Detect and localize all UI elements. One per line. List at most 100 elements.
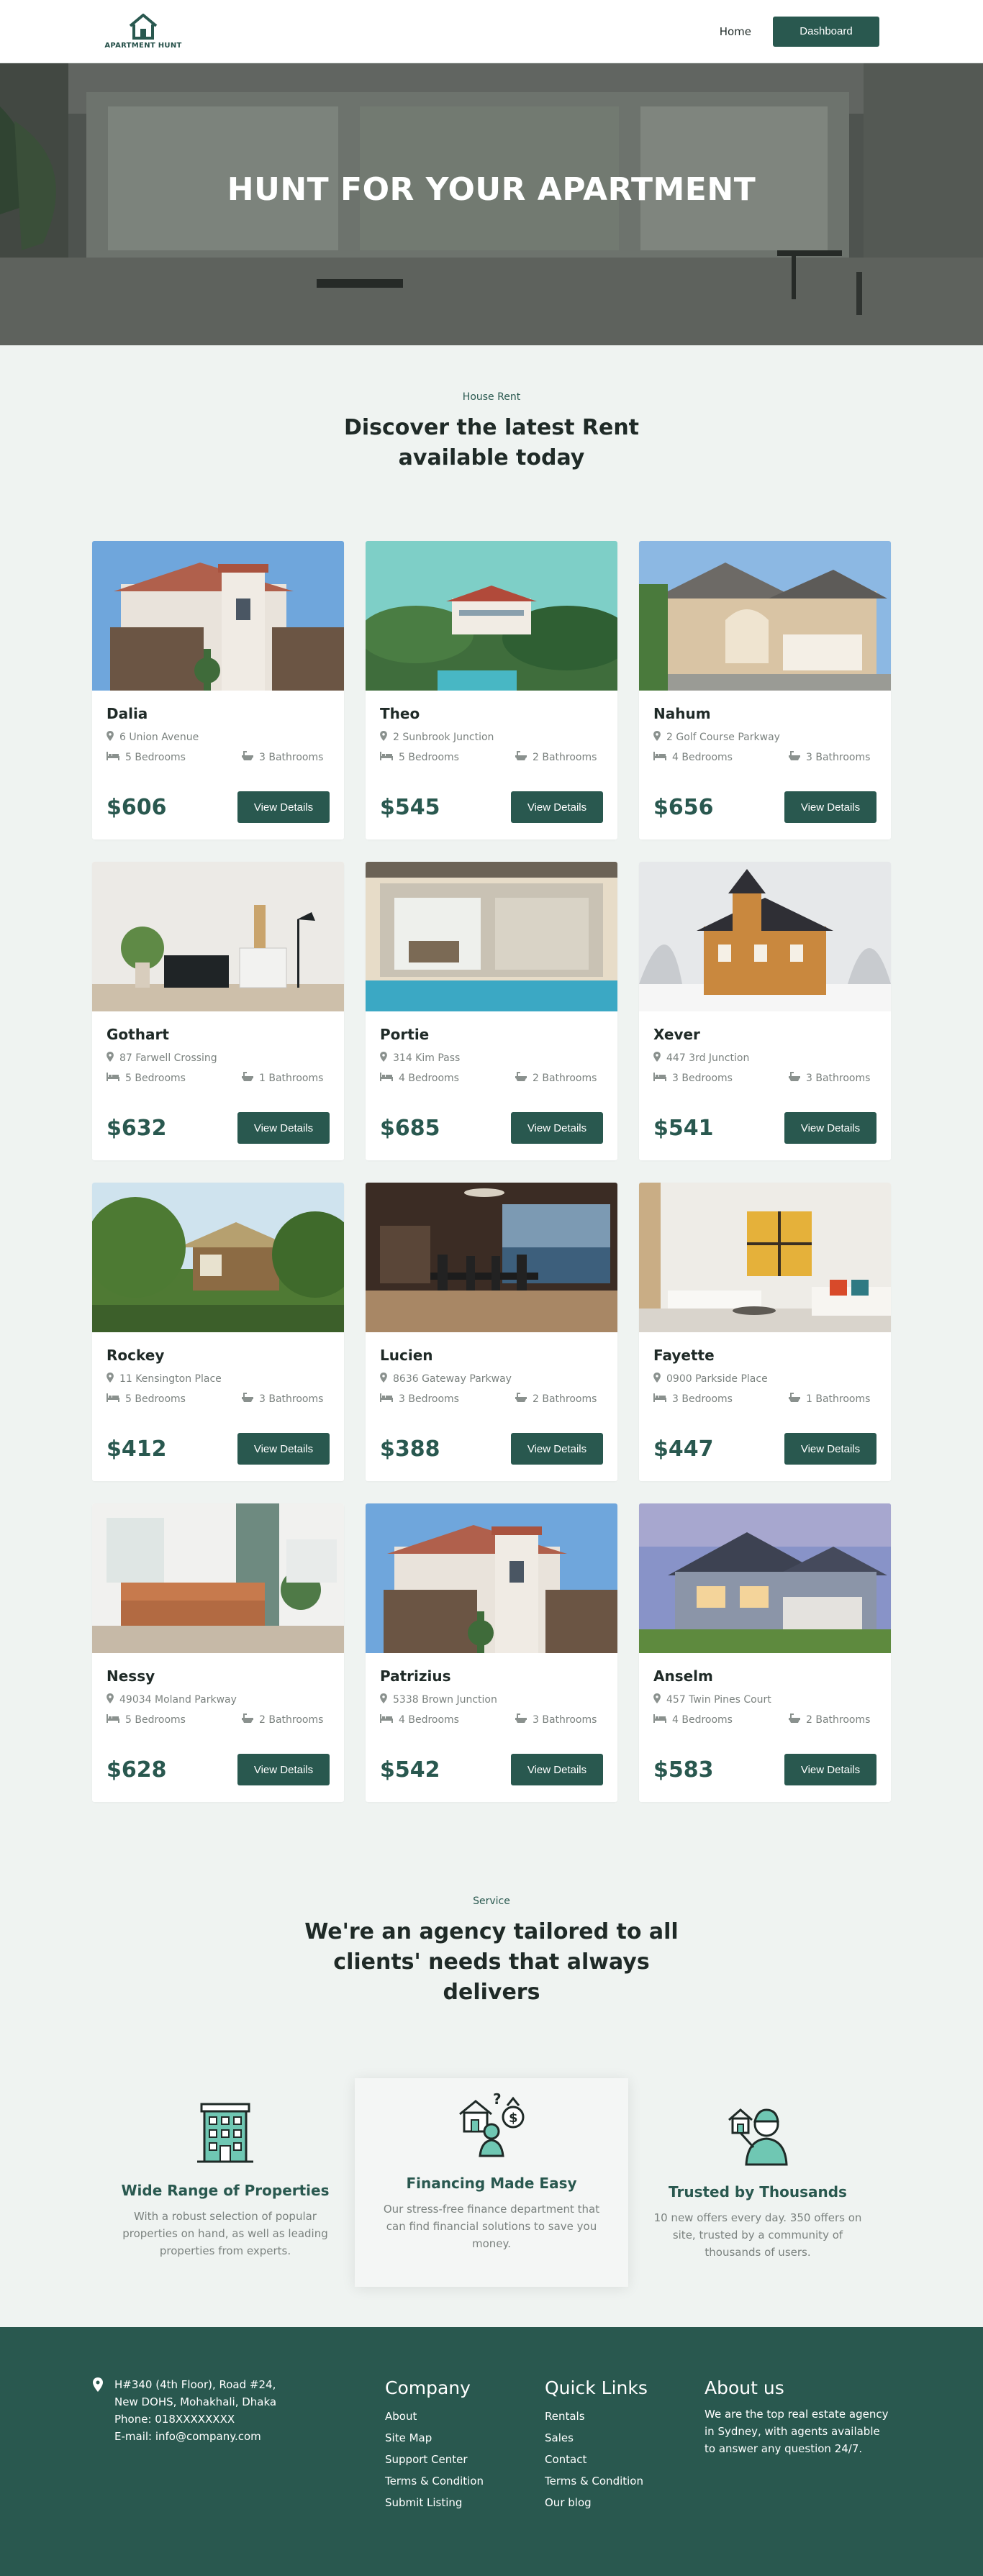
bed-icon bbox=[380, 1393, 393, 1405]
view-details-button[interactable]: View Details bbox=[237, 791, 330, 823]
footer-link-blog[interactable]: Our blog bbox=[545, 2492, 705, 2513]
view-details-button[interactable]: View Details bbox=[784, 1754, 876, 1785]
footer-link-about[interactable]: About bbox=[385, 2406, 545, 2427]
listing-address: 11 Kensington Place bbox=[107, 1373, 330, 1385]
footer-link-sales[interactable]: Sales bbox=[545, 2427, 705, 2449]
listing-bedrooms-text: 4 Bedrooms bbox=[672, 1714, 733, 1726]
bed-icon bbox=[380, 752, 393, 763]
service-heading: We're an agency tailored to all clients'… bbox=[304, 1919, 679, 2005]
house-logo-icon bbox=[129, 14, 158, 40]
footer-link-terms[interactable]: Terms & Condition bbox=[385, 2470, 545, 2492]
listing-address-text: 447 3rd Junction bbox=[666, 1052, 750, 1064]
listing-meta: 5 Bedrooms 1 Bathrooms bbox=[107, 1072, 330, 1085]
bathtub-icon bbox=[789, 1393, 800, 1406]
location-pin-icon bbox=[93, 2377, 103, 2392]
listing-address-text: 457 Twin Pines Court bbox=[666, 1694, 771, 1706]
footer-link-support-center[interactable]: Support Center bbox=[385, 2449, 545, 2470]
listing-photo bbox=[92, 1503, 344, 1653]
feature-title: Financing Made Easy bbox=[406, 2175, 577, 2192]
footer-link-submit-listing[interactable]: Submit Listing bbox=[385, 2492, 545, 2513]
listing-name: Gothart bbox=[107, 1026, 169, 1043]
bathtub-icon bbox=[515, 1713, 527, 1726]
bed-icon bbox=[653, 1393, 666, 1405]
bathtub-icon bbox=[789, 1713, 800, 1726]
bathtub-icon bbox=[242, 1393, 253, 1406]
listing-bathrooms: 3 Bathrooms bbox=[242, 751, 323, 764]
view-details-button[interactable]: View Details bbox=[511, 1754, 603, 1785]
dashboard-button[interactable]: Dashboard bbox=[773, 16, 879, 47]
listing-bedrooms: 4 Bedrooms bbox=[653, 751, 789, 764]
view-details-button[interactable]: View Details bbox=[784, 1112, 876, 1144]
listing-price: $542 bbox=[380, 1757, 440, 1783]
listing-address-text: 8636 Gateway Parkway bbox=[393, 1373, 512, 1385]
footer-link-contact[interactable]: Contact bbox=[545, 2449, 705, 2470]
feature-title: Wide Range of Properties bbox=[121, 2182, 330, 2199]
listing-meta: 5 Bedrooms 2 Bathrooms bbox=[380, 751, 603, 764]
location-pin-icon bbox=[107, 1052, 114, 1065]
listing-bedrooms-text: 3 Bedrooms bbox=[672, 1073, 733, 1084]
footer-link-site-map[interactable]: Site Map bbox=[385, 2427, 545, 2449]
listing-bedrooms-text: 5 Bedrooms bbox=[125, 1714, 186, 1726]
listing-address: 2 Golf Course Parkway bbox=[653, 731, 876, 744]
agent-house-icon bbox=[728, 2108, 788, 2166]
listing-name: Theo bbox=[380, 705, 420, 722]
location-pin-icon bbox=[107, 1373, 114, 1385]
footer-link-rentals[interactable]: Rentals bbox=[545, 2406, 705, 2427]
nav-menu: Home Dashboard bbox=[720, 16, 879, 47]
listing-bathrooms: 2 Bathrooms bbox=[515, 1072, 597, 1085]
logo[interactable]: APARTMENT HUNT bbox=[104, 13, 183, 50]
listing-name: Rockey bbox=[107, 1347, 165, 1364]
feature-card-highlighted: ? $ Financing Made Easy Our stress-free … bbox=[355, 2078, 628, 2287]
logo-text: APARTMENT HUNT bbox=[104, 42, 182, 50]
listing-address: 0900 Parkside Place bbox=[653, 1373, 876, 1385]
location-pin-icon bbox=[380, 1693, 387, 1706]
listing-address-text: 314 Kim Pass bbox=[393, 1052, 461, 1064]
footer: H#340 (4th Floor), Road #24, New DOHS, M… bbox=[0, 2327, 983, 2576]
view-details-button[interactable]: View Details bbox=[784, 791, 876, 823]
listing-bedrooms: 5 Bedrooms bbox=[380, 751, 515, 764]
listing-grid: Dalia 6 Union Avenue 5 Bedrooms 3 Bathrooms… bbox=[92, 541, 891, 1802]
view-details-button[interactable]: View Details bbox=[511, 1433, 603, 1465]
listing-photo bbox=[92, 1183, 344, 1332]
listing-price: $447 bbox=[653, 1436, 714, 1462]
listing-price: $388 bbox=[380, 1436, 440, 1462]
feature-card: Trusted by Thousands 10 new offers every… bbox=[635, 2088, 880, 2287]
location-pin-icon bbox=[380, 1373, 387, 1385]
listing-bathrooms: 2 Bathrooms bbox=[242, 1713, 323, 1726]
view-details-button[interactable]: View Details bbox=[237, 1433, 330, 1465]
listing-bathrooms-text: 2 Bathrooms bbox=[806, 1714, 871, 1726]
listing-address: 314 Kim Pass bbox=[380, 1052, 603, 1065]
listing-bathrooms: 1 Bathrooms bbox=[789, 1393, 870, 1406]
rent-eyebrow: House Rent bbox=[462, 391, 521, 403]
location-pin-icon bbox=[653, 1052, 661, 1065]
listing-bedrooms: 4 Bedrooms bbox=[380, 1713, 515, 1726]
listing-bathrooms-text: 2 Bathrooms bbox=[533, 1393, 597, 1405]
footer-company-column: Company About Site Map Support Center Te… bbox=[385, 2376, 545, 2513]
view-details-button[interactable]: View Details bbox=[237, 1754, 330, 1785]
listing-address: 87 Farwell Crossing bbox=[107, 1052, 330, 1065]
listing-photo bbox=[639, 1183, 891, 1332]
view-details-button[interactable]: View Details bbox=[237, 1112, 330, 1144]
listing-bathrooms: 3 Bathrooms bbox=[515, 1713, 597, 1726]
feature-text: Our stress-free finance department that … bbox=[383, 2203, 600, 2250]
view-details-button[interactable]: View Details bbox=[511, 1112, 603, 1144]
listing-meta: 5 Bedrooms 2 Bathrooms bbox=[107, 1713, 330, 1726]
footer-address-line: H#340 (4th Floor), Road #24, bbox=[114, 2378, 276, 2391]
view-details-button[interactable]: View Details bbox=[784, 1433, 876, 1465]
listing-bedrooms: 3 Bedrooms bbox=[653, 1072, 789, 1085]
listing-bedrooms: 5 Bedrooms bbox=[107, 1072, 242, 1085]
listing-meta: 4 Bedrooms 2 Bathrooms bbox=[380, 1072, 603, 1085]
nav-home-link[interactable]: Home bbox=[720, 25, 751, 38]
footer-address-line: New DOHS, Mohakhali, Dhaka bbox=[114, 2395, 277, 2408]
listing-price: $685 bbox=[380, 1115, 440, 1141]
listing-price: $545 bbox=[380, 794, 440, 820]
view-details-button[interactable]: View Details bbox=[511, 791, 603, 823]
listing-bathrooms-text: 3 Bathrooms bbox=[259, 752, 324, 763]
listing-bathrooms: 2 Bathrooms bbox=[789, 1713, 870, 1726]
listing-meta: 5 Bedrooms 3 Bathrooms bbox=[107, 1393, 330, 1406]
location-pin-icon bbox=[380, 731, 387, 744]
listing-bedrooms: 5 Bedrooms bbox=[107, 751, 242, 764]
footer-link-terms-2[interactable]: Terms & Condition bbox=[545, 2470, 705, 2492]
listing-card: Theo 2 Sunbrook Junction 5 Bedrooms 2 Bathr… bbox=[366, 541, 617, 839]
listing-name: Patrizius bbox=[380, 1667, 451, 1685]
